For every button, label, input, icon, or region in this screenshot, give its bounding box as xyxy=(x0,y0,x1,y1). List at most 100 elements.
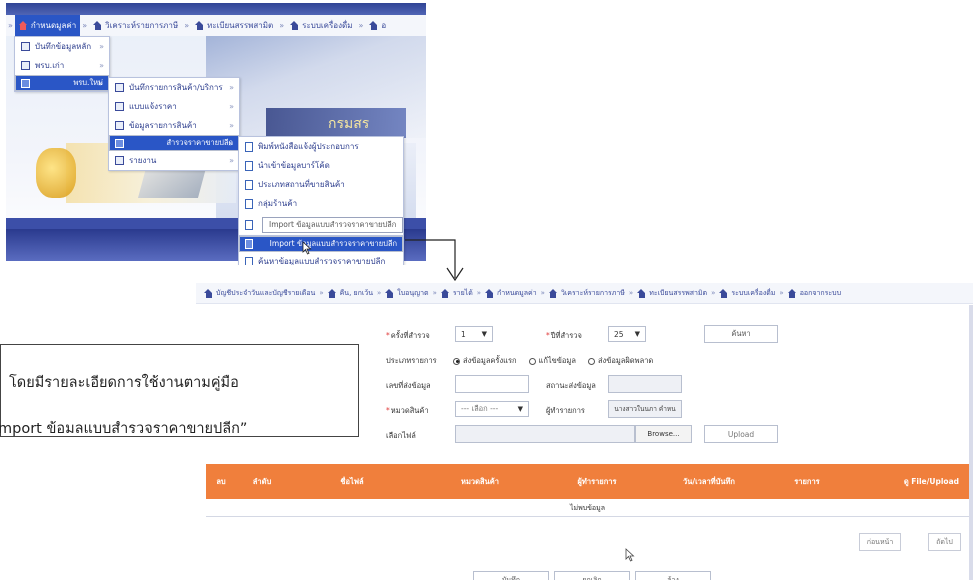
document-icon xyxy=(245,220,253,230)
nav-item-logout[interactable]: ออกจากระบบ xyxy=(787,288,842,299)
nav-item-license[interactable]: ใบอนุญาต xyxy=(385,288,429,299)
menu-item-store-type[interactable]: ประเภทสถานที่ขายสินค้า xyxy=(239,175,403,194)
nav-separator: » xyxy=(8,21,13,30)
next-page-button[interactable]: ถัดไป xyxy=(928,533,961,551)
label-text: ครั้งที่สำรวจ xyxy=(390,331,430,340)
menu-icon xyxy=(21,61,30,70)
menu-item-price-notice[interactable]: แบบแจ้งราคา » xyxy=(109,97,239,116)
survey-round-select[interactable]: 1 ▼ xyxy=(455,326,493,342)
home-icon xyxy=(719,288,728,298)
browse-button[interactable]: Browse... xyxy=(635,425,692,443)
nav-item-revenue[interactable]: รายได้ xyxy=(440,288,473,299)
scrollbar[interactable] xyxy=(969,305,973,580)
nav-item-value[interactable]: กำหนดมูลค่า xyxy=(14,15,81,36)
table-header: ลบ ลำดับ ชื่อไฟล์ หมวดสินค้า ผู้ทำรายการ… xyxy=(206,464,969,499)
column-reporter: ผู้ทำรายการ xyxy=(577,476,617,486)
nav-item-label: วิเคราะห์รายการภาษี xyxy=(105,21,179,30)
menu-item-label: กลุ่มร้านค้า xyxy=(258,199,298,208)
menu-item-report[interactable]: รายงาน » xyxy=(109,151,239,170)
survey-year-label: *ปีที่สำรวจ xyxy=(546,331,582,340)
menu-item-tooltip-row: Import ข้อมูลแบบสำรวจราคาขายปลีก xyxy=(239,213,404,237)
nav-item-tax-analysis[interactable]: วิเคราะห์รายการภาษี xyxy=(548,288,625,299)
radio-label: ส่งข้อมูลผิดพลาด xyxy=(597,356,654,365)
submenu-arrow-icon: » xyxy=(228,138,233,148)
radio-first-submit[interactable]: ส่งข้อมูลครั้งแรก xyxy=(453,355,517,367)
banner-coins-image xyxy=(36,148,76,198)
prev-page-button[interactable]: ก่อนหน้า xyxy=(859,533,901,551)
submenu-arrow-icon: » xyxy=(99,42,104,51)
nav-item-label: อ xyxy=(381,21,387,30)
menu-screenshot: กรมสร » กำหนดมูลค่า » วิเคราะห์รายการภาษ… xyxy=(6,3,426,265)
file-path-input[interactable] xyxy=(455,425,635,443)
menu-item-store-group[interactable]: กลุ่มร้านค้า xyxy=(239,194,403,213)
cancel-button[interactable]: ยกเลิก xyxy=(554,571,630,580)
clear-button[interactable]: ล้าง xyxy=(635,571,711,580)
survey-round-label: *ครั้งที่สำรวจ xyxy=(386,331,430,340)
nav-item-beverage[interactable]: ระบบเครื่องดื่ม xyxy=(286,19,356,32)
radio-icon xyxy=(453,357,460,365)
type-label: ประเภทรายการ xyxy=(386,356,437,365)
menu-item-import-survey[interactable]: Import ข้อมูลแบบสำรวจราคาขายปลีก xyxy=(239,236,403,252)
menu-item-search-survey[interactable]: ค้นหาข้อมูลแบบสำรวจราคาขายปลีก xyxy=(239,252,403,265)
menu-item-label: พรบ.เก่า xyxy=(35,61,65,70)
top-nav-bar: บัญชีประจำวันและบัญชีรายเดือน » คืน, ยกเ… xyxy=(196,283,973,304)
menu-item-goods-data[interactable]: ข้อมูลรายการสินค้า » xyxy=(109,116,239,135)
home-icon xyxy=(93,21,102,30)
radio-error[interactable]: ส่งข้อมูลผิดพลาด xyxy=(587,355,654,367)
menu-item-retail-survey[interactable]: สำรวจราคาขายปลีก» xyxy=(109,135,239,151)
nav-separator: » xyxy=(279,21,285,30)
nav-item-label: กำหนดมูลค่า xyxy=(30,21,77,30)
radio-edit[interactable]: แก้ไขข้อมูล xyxy=(528,355,576,367)
callout-box: โดยมีรายละเอียดการใช้งานตามคู่มือ mport … xyxy=(0,344,359,437)
nav-separator: » xyxy=(358,21,364,30)
nav-item-other[interactable]: อ xyxy=(365,19,390,32)
nav-item-label: คืน, ยกเว้น xyxy=(339,288,373,297)
grid-icon xyxy=(369,21,378,30)
save-button[interactable]: บันทึก xyxy=(473,571,549,580)
column-category: หมวดสินค้า xyxy=(461,476,499,486)
nav-item-registry[interactable]: ทะเบียนสรรพสามิต xyxy=(637,288,707,299)
nav-item-label: ออกจากระบบ xyxy=(799,288,842,297)
reporter-label: ผู้ทำรายการ xyxy=(546,406,585,415)
search-button[interactable]: ค้นหา xyxy=(704,325,778,343)
radio-label: ส่งข้อมูลครั้งแรก xyxy=(463,356,517,365)
menu-level-3: พิมพ์หนังสือแจ้งผู้ประกอบการ นำเข้าข้อมู… xyxy=(238,136,404,238)
home-icon xyxy=(327,288,337,298)
menu-icon xyxy=(21,78,30,88)
home-icon xyxy=(548,288,558,298)
submenu-arrow-icon: » xyxy=(229,83,234,92)
menu-item-label: นำเข้าข้อมูลบาร์โค้ด xyxy=(258,161,330,170)
menu-item-label: สำรวจราคาขายปลีก xyxy=(166,138,233,147)
survey-year-select[interactable]: 25 ▼ xyxy=(608,326,646,342)
nav-item-refund[interactable]: คืน, ยกเว้น xyxy=(327,288,373,299)
menu-item-old-act[interactable]: พรบ.เก่า » xyxy=(15,56,109,75)
menu-item-label: ข้อมูลรายการสินค้า xyxy=(129,121,197,130)
upload-button[interactable]: Upload xyxy=(704,425,778,443)
column-view-file: ดู File/Upload xyxy=(903,476,959,486)
type-radio-group: ส่งข้อมูลครั้งแรก แก้ไขข้อมูล ส่งข้อมูลผ… xyxy=(453,355,665,367)
nav-item-tax-analysis[interactable]: วิเคราะห์รายการภาษี xyxy=(89,19,182,32)
menu-item-master-data[interactable]: บันทึกข้อมูลหลัก » xyxy=(15,37,109,56)
column-items: รายการ xyxy=(794,476,820,486)
menu-item-record-goods[interactable]: บันทึกรายการสินค้า/บริการ » xyxy=(109,78,239,97)
menu-item-new-act[interactable]: พรบ.ใหม่» xyxy=(15,75,109,91)
label-text: หมวดสินค้า xyxy=(390,406,429,415)
nav-item-registry[interactable]: ทะเบียนสรรพสามิต xyxy=(191,19,277,32)
submit-no-input[interactable] xyxy=(455,375,529,393)
nav-item-value[interactable]: กำหนดมูลค่า xyxy=(485,288,537,299)
menu-icon xyxy=(115,121,124,130)
category-select[interactable]: --- เลือก --- ▼ xyxy=(455,401,529,417)
menu-item-print-letter[interactable]: พิมพ์หนังสือแจ้งผู้ประกอบการ xyxy=(239,137,403,156)
nav-separator: » xyxy=(779,289,784,297)
menu-icon xyxy=(115,83,124,92)
menu-item-label: พิมพ์หนังสือแจ้งผู้ประกอบการ xyxy=(258,142,359,151)
nav-item-label: รายได้ xyxy=(452,288,473,297)
home-icon xyxy=(440,288,450,298)
file-label: เลือกไฟล์ xyxy=(386,431,416,440)
menu-item-import-barcode[interactable]: นำเข้าข้อมูลบาร์โค้ด xyxy=(239,156,403,175)
nav-item-daily-account[interactable]: บัญชีประจำวันและบัญชีรายเดือน xyxy=(204,288,315,299)
home-icon xyxy=(385,288,394,298)
nav-item-label: บัญชีประจำวันและบัญชีรายเดือน xyxy=(216,288,316,297)
menu-icon xyxy=(21,42,30,51)
nav-item-beverage[interactable]: ระบบเครื่องดื่ม xyxy=(719,288,775,299)
